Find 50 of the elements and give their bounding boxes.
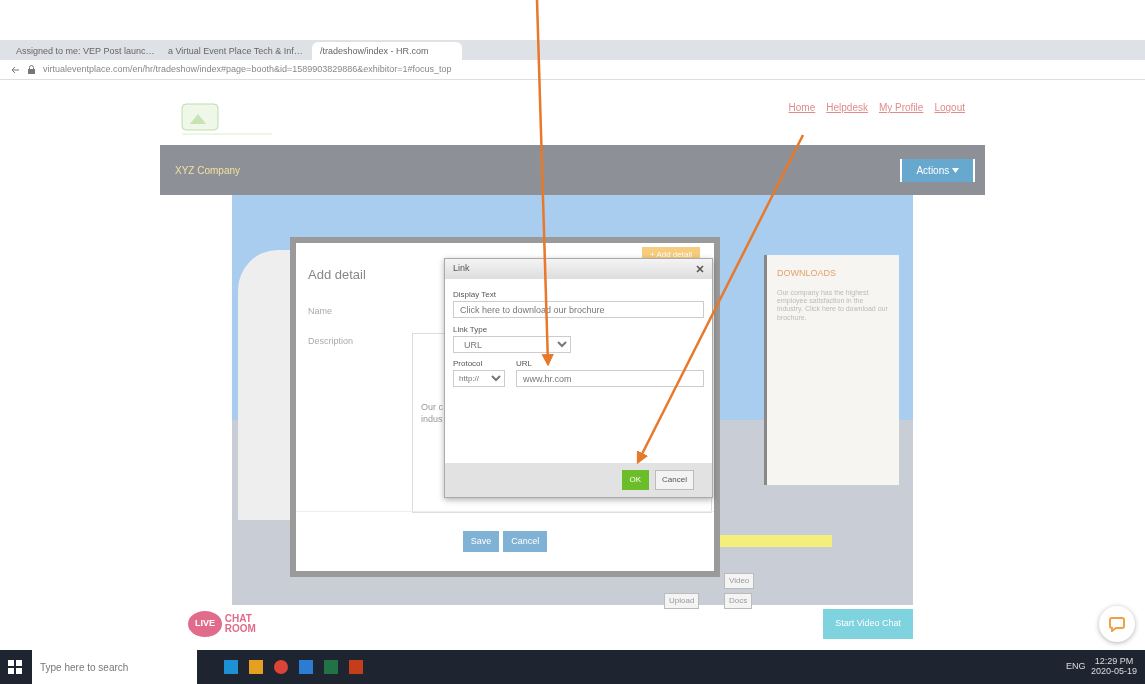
- taskbar-app-icon[interactable]: [298, 660, 313, 674]
- browser-tab[interactable]: a Virtual Event Place Tech & Inf…: [160, 42, 310, 60]
- language-indicator[interactable]: ENG: [1065, 660, 1086, 674]
- clock-date[interactable]: 2020-05-19: [1090, 667, 1137, 677]
- field-label: URL: [516, 358, 533, 370]
- taskbar-search-field[interactable]: Type here to search: [32, 650, 197, 684]
- cancel-button[interactable]: Cancel: [503, 530, 548, 553]
- save-button[interactable]: Save: [462, 530, 500, 553]
- field-label: Protocol: [453, 358, 484, 370]
- browser-tab[interactable]: /tradeshow/index - HR.com: [312, 42, 462, 60]
- upload-button[interactable]: Upload: [664, 593, 700, 609]
- field-label: Name: [308, 305, 332, 318]
- nav-link[interactable]: My Profile: [878, 100, 924, 115]
- nav-link[interactable]: Logout: [934, 100, 965, 115]
- lock-icon: [28, 65, 35, 74]
- room-word: ROOM: [224, 623, 256, 634]
- dialog-title: Link: [453, 262, 470, 276]
- video-chat-button[interactable]: Start Video Chat: [823, 609, 913, 639]
- chat-logo: LIVE: [188, 610, 222, 637]
- chat-icon: [1109, 616, 1125, 632]
- link-type-select[interactable]: URL: [453, 335, 571, 353]
- address-bar[interactable]: virtualeventplace.com/en/hr/tradeshow/index#page=booth&id=1589903829886&exhibitor=1#focus_top: [43, 62, 452, 77]
- ok-button[interactable]: OK: [621, 470, 650, 490]
- booth-button[interactable]: Docs: [724, 593, 753, 609]
- clock-time[interactable]: 12:29 PM: [1090, 657, 1137, 667]
- actions-button[interactable]: Actions: [900, 158, 975, 182]
- company-name: XYZ Company: [175, 163, 241, 178]
- browser-tab[interactable]: Assigned to me: VEP Post launc…: [8, 42, 158, 60]
- description-text: indus: [420, 413, 444, 426]
- downloads-title: DOWNLOADS: [777, 267, 837, 280]
- caret-icon: [952, 167, 959, 173]
- description-text: Our c: [420, 402, 444, 414]
- modal-title: Add detail: [308, 266, 366, 284]
- field-label: Description: [308, 335, 354, 348]
- field-label: Link Type: [453, 323, 489, 336]
- protocol-select[interactable]: http://: [453, 370, 505, 387]
- taskbar-app-icon[interactable]: [348, 660, 363, 674]
- back-icon[interactable]: [10, 64, 20, 75]
- nav-link[interactable]: Helpdesk: [826, 100, 868, 115]
- taskbar-app-icon[interactable]: [223, 660, 238, 674]
- cancel-button[interactable]: Cancel: [655, 470, 694, 490]
- windows-icon[interactable]: [8, 660, 22, 674]
- nav-link[interactable]: Home: [788, 100, 816, 115]
- close-icon[interactable]: [696, 265, 704, 273]
- url-field[interactable]: www.hr.com: [516, 370, 704, 387]
- taskbar-app-icon[interactable]: [248, 660, 263, 674]
- booth-button[interactable]: Video: [724, 573, 755, 589]
- field-label: Display Text: [453, 289, 497, 301]
- chat-word: CHAT: [224, 613, 253, 624]
- taskbar-app-icon[interactable]: [273, 660, 288, 674]
